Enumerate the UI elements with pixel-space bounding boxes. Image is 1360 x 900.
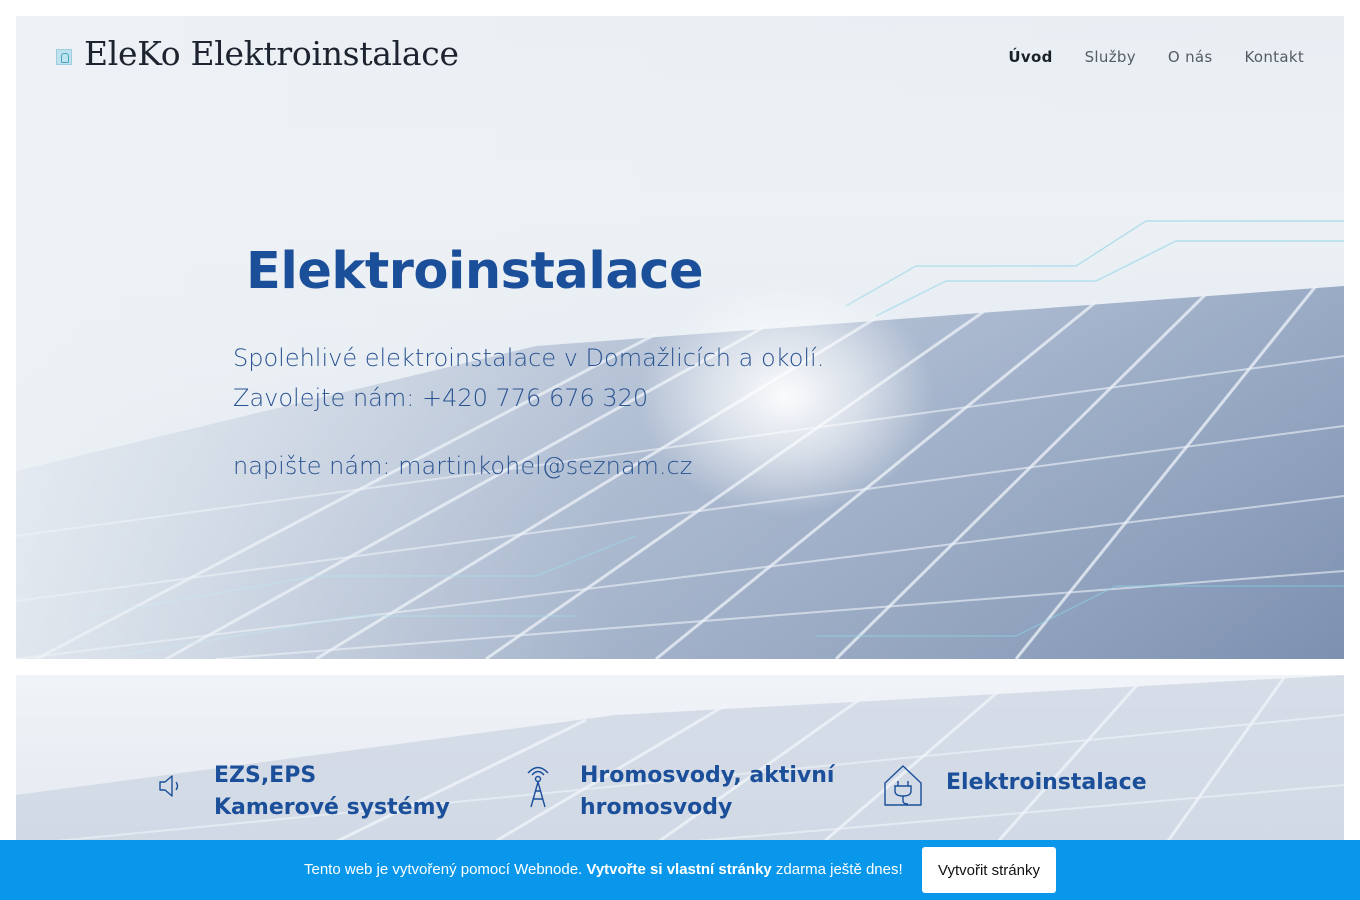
house-plug-icon (884, 765, 922, 806)
create-site-button[interactable]: Vytvořit stránky (922, 847, 1056, 893)
speaker-icon (159, 775, 179, 797)
promo-text-part: zdarma ještě dnes! (771, 861, 903, 878)
promo-text-bold[interactable]: Vytvořte si vlastní stránky (586, 861, 771, 878)
hero-section: EleKo Elektroinstalace Úvod Služby O nás… (16, 16, 1344, 659)
nav-item-o-nas[interactable]: O nás (1168, 48, 1213, 66)
service-title: Hromosvody, aktivní (580, 763, 835, 788)
nav-item-uvod[interactable]: Úvod (1008, 48, 1052, 66)
hero-title: Elektroinstalace (246, 242, 704, 301)
logo-icon[interactable] (56, 49, 72, 65)
hero-phone: Zavolejte nám: +420 776 676 320 (233, 384, 649, 412)
promo-text: Tento web je vytvořený pomocí Webnode. V… (304, 861, 903, 878)
site-header: EleKo Elektroinstalace Úvod Služby O nás… (16, 16, 1344, 96)
service-title: EZS,EPS (214, 763, 317, 788)
nav-item-sluzby[interactable]: Služby (1085, 48, 1136, 66)
promo-text-part: Tento web je vytvořený pomocí Webnode. (304, 861, 587, 878)
service-subtitle: Kamerové systémy (214, 795, 450, 820)
sun-glare (636, 276, 936, 516)
nav-item-kontakt[interactable]: Kontakt (1244, 48, 1304, 66)
hero-tagline: Spolehlivé elektroinstalace v Domažlicíc… (233, 344, 825, 372)
antenna-tower-icon (527, 766, 549, 808)
main-nav: Úvod Služby O nás Kontakt (976, 48, 1304, 66)
webnode-promo-bar: Tento web je vytvořený pomocí Webnode. V… (0, 840, 1360, 900)
site-logo-text[interactable]: EleKo Elektroinstalace (84, 34, 459, 73)
service-title: Elektroinstalace (946, 770, 1147, 795)
service-subtitle: hromosvody (580, 795, 733, 820)
hero-email: napište nám: martinkohel@seznam.cz (233, 452, 693, 480)
